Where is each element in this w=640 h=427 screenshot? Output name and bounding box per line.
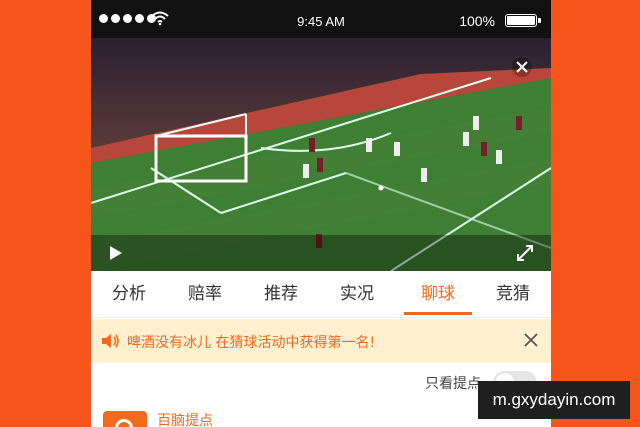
status-bar: 9:45 AM 100% — [91, 0, 551, 38]
close-icon[interactable] — [511, 56, 533, 78]
notice-text: 啤酒没有冰儿 在猜球活动中获得第一名! — [127, 335, 376, 351]
play-icon[interactable] — [109, 246, 123, 260]
avatar[interactable] — [103, 411, 147, 427]
battery-percentage: 100% — [459, 13, 495, 29]
speaker-icon — [102, 334, 119, 348]
expand-icon[interactable] — [515, 243, 535, 263]
video-player[interactable] — [91, 38, 551, 271]
battery-icon — [505, 14, 541, 27]
video-controls — [91, 235, 551, 271]
notice-banner: 啤酒没有冰儿 在猜球活动中获得第一名! — [91, 319, 551, 363]
watermark: m.gxydayin.com — [478, 381, 630, 419]
phone-screen: 9:45 AM 100% 分析 赔率 推荐 实况 聊球 竞猜 啤酒没有冰儿 在猜… — [91, 0, 551, 427]
tab-live[interactable]: 实况 — [319, 271, 395, 317]
tab-bar: 分析 赔率 推荐 实况 聊球 竞猜 — [91, 271, 551, 318]
tab-recommend[interactable]: 推荐 — [243, 271, 319, 317]
tab-analysis[interactable]: 分析 — [91, 271, 167, 317]
close-icon[interactable] — [523, 332, 539, 348]
tab-odds[interactable]: 赔率 — [167, 271, 243, 317]
feed-item-name[interactable]: 百脑提点 — [157, 410, 213, 427]
tab-guess[interactable]: 竞猜 — [475, 271, 551, 317]
filter-label: 只看提点 — [425, 376, 481, 392]
tab-chat[interactable]: 聊球 — [400, 271, 476, 317]
